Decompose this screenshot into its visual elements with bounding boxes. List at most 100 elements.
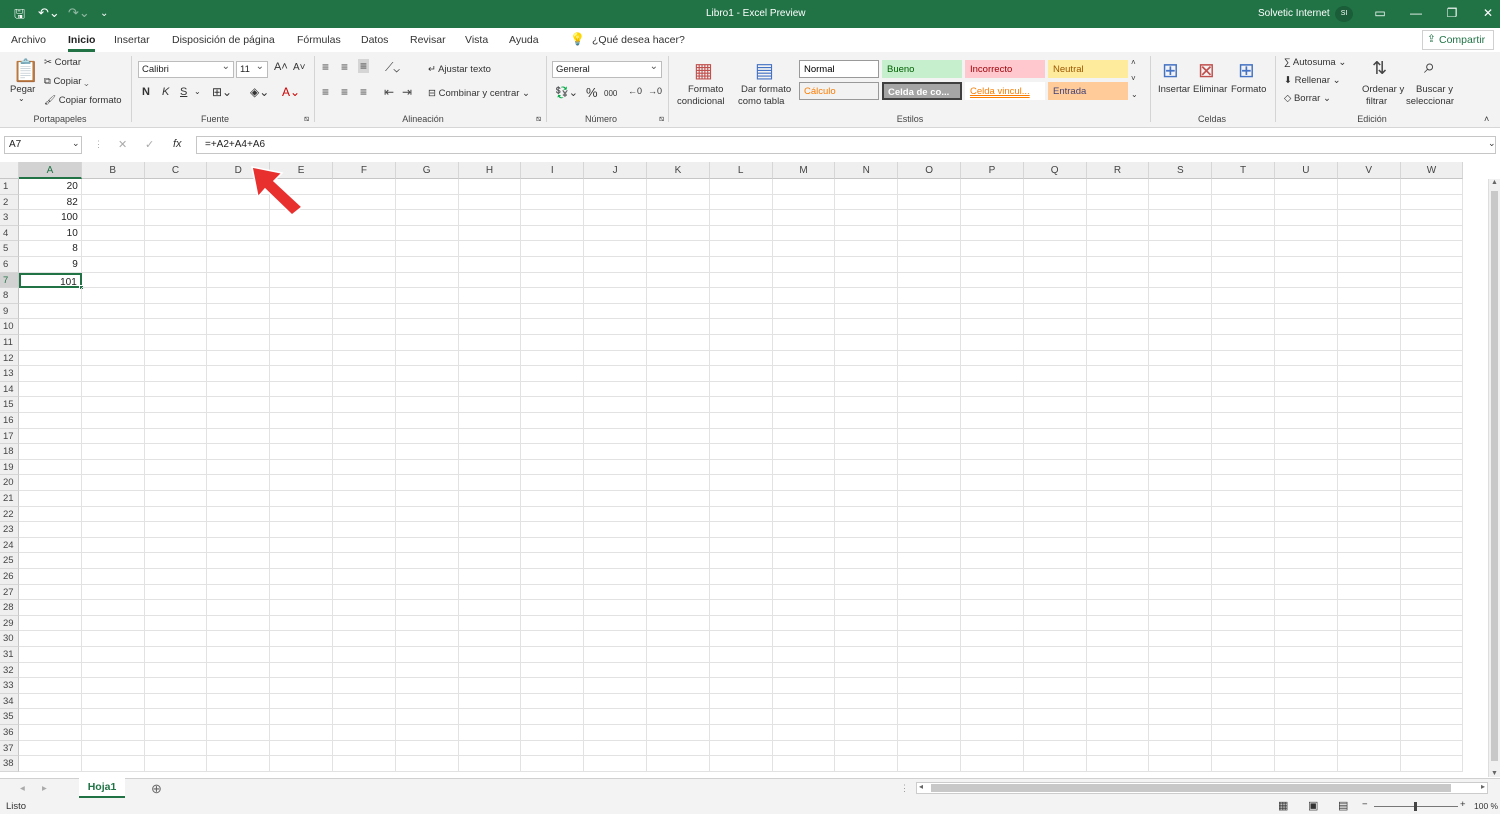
cell-W16[interactable] <box>1400 413 1464 429</box>
cell-U21[interactable] <box>1275 491 1338 507</box>
add-sheet-icon[interactable]: ⊕ <box>151 781 162 797</box>
cell-D19[interactable] <box>207 459 271 476</box>
cell-R31[interactable] <box>1086 647 1150 663</box>
cell-S18[interactable] <box>1149 444 1213 460</box>
cell-O15[interactable] <box>898 397 961 413</box>
cell-O4[interactable] <box>898 225 961 242</box>
cell-K29[interactable] <box>647 615 710 632</box>
cell-E32[interactable] <box>270 662 333 679</box>
cell-C7[interactable] <box>144 272 208 289</box>
cell-L8[interactable] <box>709 288 773 304</box>
cell-M16[interactable] <box>772 413 836 429</box>
cell-C23[interactable] <box>144 522 208 538</box>
clear-button[interactable]: ◇ Borrar ⌄ <box>1284 93 1331 104</box>
name-box[interactable]: A7 <box>4 136 82 154</box>
cell-A12[interactable] <box>19 350 82 367</box>
cell-G1[interactable] <box>395 179 459 195</box>
wrap-text-button[interactable]: ↵ Ajustar texto <box>428 64 491 75</box>
cell-I21[interactable] <box>521 491 585 507</box>
cell-I20[interactable] <box>521 475 585 491</box>
cell-G26[interactable] <box>395 569 459 585</box>
cell-V37[interactable] <box>1337 740 1401 757</box>
cell-B20[interactable] <box>81 475 145 491</box>
cell-H3[interactable] <box>458 210 522 226</box>
cell-W27[interactable] <box>1400 584 1464 601</box>
cell-T4[interactable] <box>1212 225 1275 242</box>
cell-G27[interactable] <box>395 584 459 601</box>
cell-C11[interactable] <box>144 335 208 351</box>
cell-U36[interactable] <box>1275 725 1338 741</box>
cell-V10[interactable] <box>1337 319 1401 335</box>
cell-N18[interactable] <box>835 444 899 460</box>
cell-P27[interactable] <box>961 584 1024 601</box>
row-header[interactable]: 16 <box>0 413 19 429</box>
cancel-icon[interactable]: ✕ <box>118 138 127 151</box>
cell-W17[interactable] <box>1400 428 1464 445</box>
cell-B34[interactable] <box>81 693 145 710</box>
row-header[interactable]: 10 <box>0 319 19 335</box>
cell-L15[interactable] <box>709 397 773 413</box>
cell-C22[interactable] <box>144 506 208 523</box>
cell-D30[interactable] <box>207 631 271 647</box>
cell-H27[interactable] <box>458 584 522 601</box>
name-box-chevron-icon[interactable]: ⌄ <box>72 138 80 149</box>
cell-T3[interactable] <box>1212 210 1275 226</box>
cell-P34[interactable] <box>961 693 1024 710</box>
cell-style-6[interactable]: Celda vincul... <box>965 82 1045 100</box>
cell-E21[interactable] <box>270 491 333 507</box>
cell-D22[interactable] <box>207 506 271 523</box>
cell-I27[interactable] <box>521 584 585 601</box>
tab-insertar[interactable]: Insertar <box>114 34 150 46</box>
cell-T36[interactable] <box>1212 725 1275 741</box>
cell-M17[interactable] <box>772 428 836 445</box>
cell-N22[interactable] <box>835 506 899 523</box>
cell-E38[interactable] <box>270 756 333 772</box>
format-painter-button[interactable]: 🖌 Copiar formato <box>44 95 122 106</box>
column-header-G[interactable]: G <box>395 162 459 179</box>
cell-N25[interactable] <box>835 553 899 569</box>
cell-N36[interactable] <box>835 725 899 741</box>
cell-Q1[interactable] <box>1023 179 1087 195</box>
cell-H12[interactable] <box>458 350 522 367</box>
formula-input[interactable]: =+A2+A4+A6 <box>196 136 1496 154</box>
cell-Q8[interactable] <box>1023 288 1087 304</box>
delete-cells-icon[interactable]: ⊠ <box>1198 58 1215 83</box>
cell-O19[interactable] <box>898 459 961 476</box>
paste-chevron-icon[interactable]: ⌄ <box>18 94 25 103</box>
cell-N12[interactable] <box>835 350 899 367</box>
cell-B22[interactable] <box>81 506 145 523</box>
cell-V21[interactable] <box>1337 491 1401 507</box>
cell-V22[interactable] <box>1337 506 1401 523</box>
cell-L32[interactable] <box>709 662 773 679</box>
cell-P19[interactable] <box>961 459 1024 476</box>
cell-S35[interactable] <box>1149 709 1213 725</box>
cell-T27[interactable] <box>1212 584 1275 601</box>
cell-F5[interactable] <box>333 241 396 257</box>
cell-W7[interactable] <box>1400 272 1464 289</box>
cell-H34[interactable] <box>458 693 522 710</box>
cell-H16[interactable] <box>458 413 522 429</box>
cell-M9[interactable] <box>772 303 836 320</box>
cell-W1[interactable] <box>1400 179 1464 195</box>
cell-K28[interactable] <box>647 600 710 616</box>
cell-D4[interactable] <box>207 225 271 242</box>
cell-A26[interactable] <box>19 569 82 585</box>
cell-N27[interactable] <box>835 584 899 601</box>
cell-U23[interactable] <box>1275 522 1338 538</box>
zoom-level[interactable]: 100 % <box>1474 801 1498 811</box>
cell-A4[interactable]: 10 <box>19 225 82 242</box>
cell-F16[interactable] <box>333 413 396 429</box>
column-header-R[interactable]: R <box>1086 162 1150 179</box>
italic-button[interactable]: K <box>162 86 169 98</box>
cell-E27[interactable] <box>270 584 333 601</box>
cell-J2[interactable] <box>584 194 647 211</box>
cell-G19[interactable] <box>395 459 459 476</box>
cell-N20[interactable] <box>835 475 899 491</box>
cell-U32[interactable] <box>1275 662 1338 679</box>
cell-W9[interactable] <box>1400 303 1464 320</box>
cell-E19[interactable] <box>270 459 333 476</box>
cell-S29[interactable] <box>1149 615 1213 632</box>
cell-M29[interactable] <box>772 615 836 632</box>
cell-A28[interactable] <box>19 600 82 616</box>
font-size-select[interactable]: 11 <box>236 61 268 78</box>
